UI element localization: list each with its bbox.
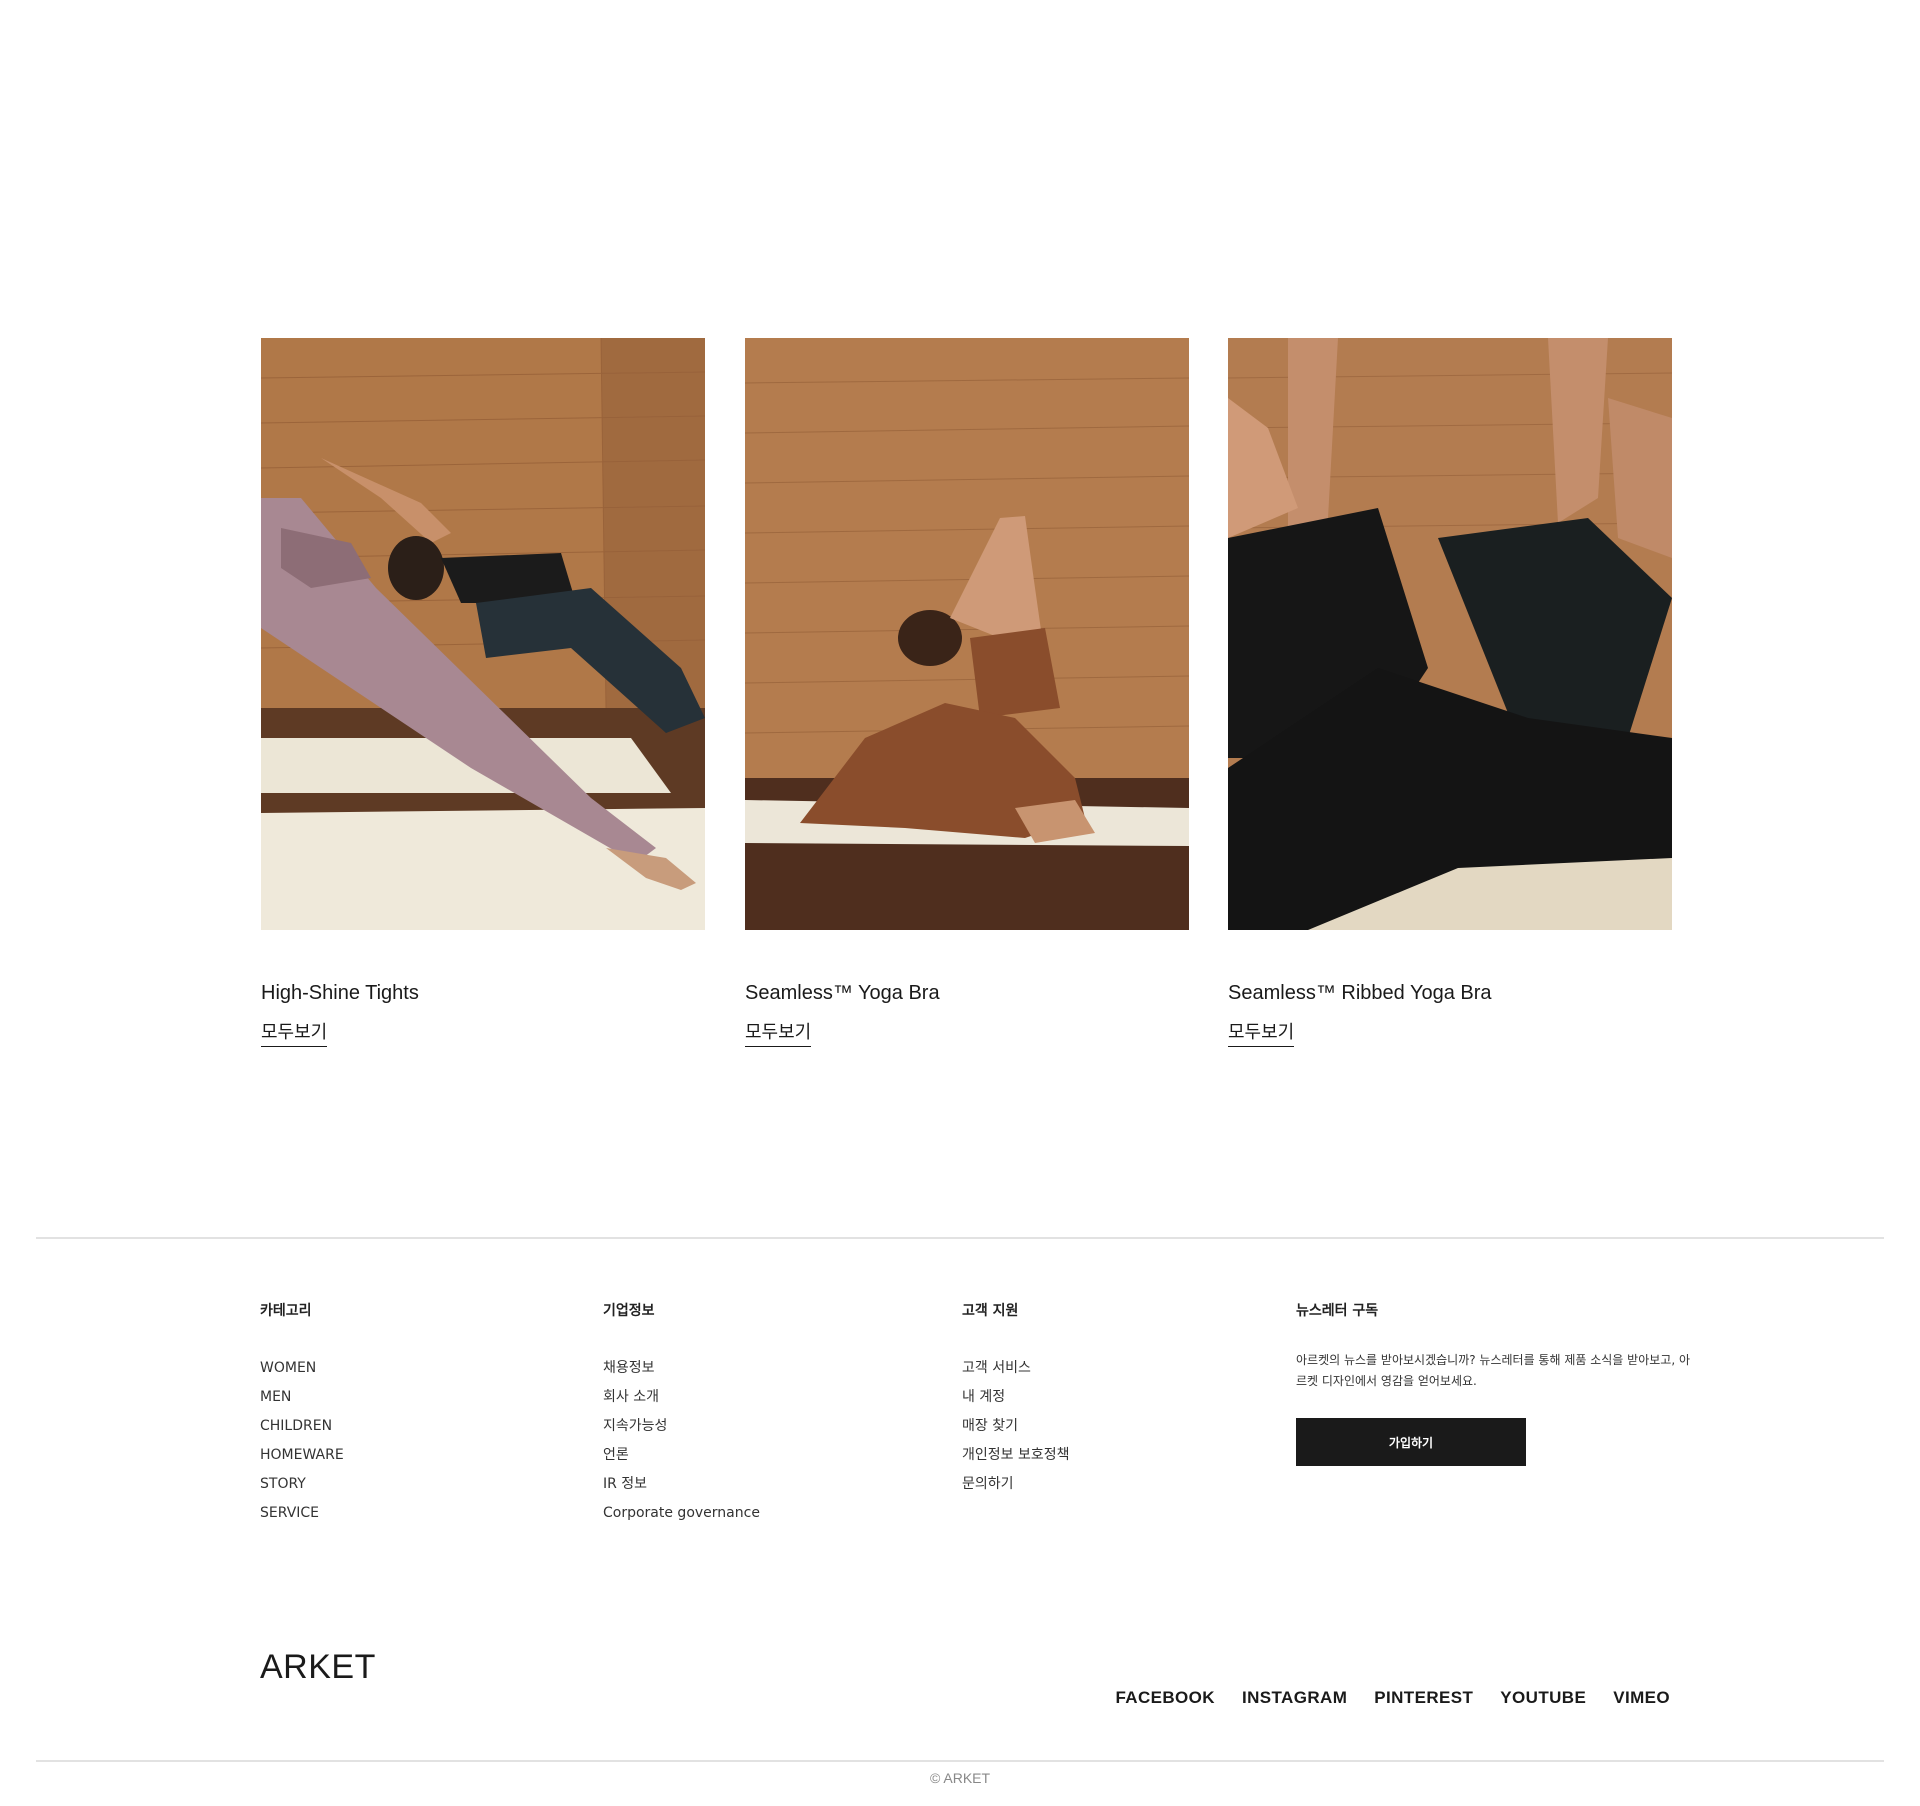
product-image[interactable]: [745, 338, 1189, 930]
footer-link-about[interactable]: 회사 소개: [603, 1383, 760, 1412]
footer-link-customer-service[interactable]: 고객 서비스: [962, 1354, 1070, 1383]
social-links: FACEBOOK INSTAGRAM PINTEREST YOUTUBE VIM…: [1115, 1688, 1670, 1708]
newsletter-description: 아르켓의 뉴스를 받아보시겠습니까? 뉴스레터를 통해 제품 소식을 받아보고,…: [1296, 1353, 1690, 1388]
footer-categories: 카테고리 WOMEN MEN CHILDREN HOMEWARE STORY S…: [260, 1300, 344, 1521]
product-image[interactable]: [261, 338, 705, 930]
footer-link-contact[interactable]: 문의하기: [962, 1470, 1070, 1499]
footer-link-service[interactable]: SERVICE: [260, 1499, 344, 1528]
footer-column-title: 카테고리: [260, 1303, 312, 1319]
footer-company: 기업정보 채용정보 회사 소개 지속가능성 언론 IR 정보 Corporate…: [603, 1300, 760, 1521]
social-link-vimeo[interactable]: VIMEO: [1613, 1688, 1670, 1708]
footer-link-press[interactable]: 언론: [603, 1441, 760, 1470]
footer-link-careers[interactable]: 채용정보: [603, 1354, 760, 1383]
footer-link-my-account[interactable]: 내 계정: [962, 1383, 1070, 1412]
footer-link-men[interactable]: MEN: [260, 1383, 344, 1412]
footer-link-children[interactable]: CHILDREN: [260, 1412, 344, 1441]
social-link-pinterest[interactable]: PINTEREST: [1374, 1688, 1473, 1708]
footer-divider: [36, 1237, 1884, 1239]
footer-link-ir[interactable]: IR 정보: [603, 1470, 760, 1499]
social-link-instagram[interactable]: INSTAGRAM: [1242, 1688, 1347, 1708]
brand-logo[interactable]: ARKET: [260, 1648, 376, 1687]
footer-column-title: 고객 지원: [962, 1303, 1019, 1319]
footer-link-sustainability[interactable]: 지속가능성: [603, 1412, 760, 1441]
view-all-link[interactable]: 모두보기: [261, 1018, 328, 1047]
product-card: Seamless™ Ribbed Yoga Bra 모두보기: [1228, 338, 1672, 1047]
social-link-facebook[interactable]: FACEBOOK: [1115, 1688, 1215, 1708]
footer-link-women[interactable]: WOMEN: [260, 1354, 344, 1383]
newsletter-signup-button[interactable]: 가입하기: [1296, 1418, 1526, 1466]
copyright-divider: [36, 1760, 1884, 1762]
product-card: Seamless™ Yoga Bra 모두보기: [745, 338, 1189, 1047]
footer-link-story[interactable]: STORY: [260, 1470, 344, 1499]
product-title[interactable]: High-Shine Tights: [261, 982, 419, 1005]
copyright-text: © ARKET: [929, 1770, 991, 1786]
product-card: High-Shine Tights 모두보기: [261, 338, 705, 1047]
footer-newsletter: 뉴스레터 구독 아르켓의 뉴스를 받아보시겠습니까? 뉴스레터를 통해 제품 소…: [1296, 1300, 1690, 1466]
social-link-youtube[interactable]: YOUTUBE: [1500, 1688, 1586, 1708]
product-title[interactable]: Seamless™ Ribbed Yoga Bra: [1228, 982, 1492, 1005]
view-all-link[interactable]: 모두보기: [745, 1018, 812, 1047]
footer-column-title: 기업정보: [603, 1303, 655, 1319]
product-image[interactable]: [1228, 338, 1672, 930]
view-all-link[interactable]: 모두보기: [1228, 1018, 1295, 1047]
footer-link-store-locator[interactable]: 매장 찾기: [962, 1412, 1070, 1441]
footer-column-title: 뉴스레터 구독: [1296, 1303, 1379, 1319]
footer-link-governance[interactable]: Corporate governance: [603, 1499, 760, 1528]
footer-support: 고객 지원 고객 서비스 내 계정 매장 찾기 개인정보 보호정책 문의하기: [962, 1300, 1070, 1492]
footer-link-homeware[interactable]: HOMEWARE: [260, 1441, 344, 1470]
footer-link-privacy[interactable]: 개인정보 보호정책: [962, 1441, 1070, 1470]
product-title[interactable]: Seamless™ Yoga Bra: [745, 982, 940, 1005]
